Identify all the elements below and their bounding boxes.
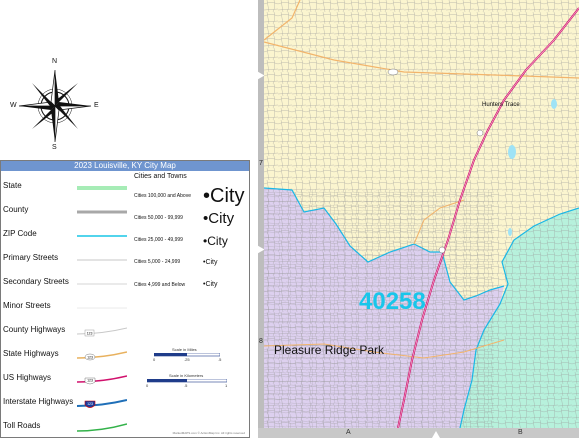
legend-row-state-highway: State Highways 123 [3, 349, 128, 363]
map-legend: 2023 Louisville, KY City Map State Count… [0, 160, 250, 438]
legend-row-primary: Primary Streets [3, 253, 128, 267]
legend-label: Primary Streets [3, 253, 59, 262]
legend-row-state: State [3, 181, 128, 195]
compass-north-label: N [52, 58, 58, 65]
scale-km: Scale in Kilometers 0 .5 1 [143, 373, 235, 389]
scale-miles-title: Scale in Miles [172, 347, 197, 352]
scale-miles: Scale in Miles 0 .25 .5 [146, 347, 226, 363]
legend-label: US Highways [3, 373, 52, 382]
legend-label: Secondary Streets [3, 277, 69, 286]
scale-km-title: Scale in Kilometers [169, 373, 204, 378]
legend-label: State [3, 181, 22, 190]
place-label-hunters-trace: Hunters Trace [482, 102, 520, 108]
scale-tick: .25 [184, 357, 190, 362]
shield-label: 123 [87, 332, 93, 336]
city-tier-label: Cities 25,000 - 49,999 [134, 237, 183, 243]
column-letter: A [346, 429, 351, 436]
city-sample: •City [203, 185, 245, 207]
zip-line-icon [77, 235, 127, 237]
scale-tick: 1 [225, 383, 228, 388]
column-letter: B [518, 429, 523, 436]
legend-row-secondary: Secondary Streets [3, 277, 128, 291]
interstate-icon: 123 [77, 399, 127, 408]
legend-row-county: County [3, 205, 128, 219]
us-highway-icon: 123 [77, 375, 127, 385]
compass-rose: N S W E [10, 58, 100, 154]
legend-label: Minor Streets [3, 301, 51, 310]
city-sample: •City [203, 210, 235, 227]
county-highway-icon: 123 [77, 327, 127, 337]
pond-feature [508, 228, 512, 236]
secondary-street-icon [77, 283, 127, 285]
cities-title: Cities and Towns [134, 173, 187, 180]
legend-row-interstate: Interstate Highways 123 [3, 397, 128, 411]
city-tier-label: Cities 50,000 - 99,999 [134, 215, 183, 221]
ruler-notch [432, 431, 440, 438]
city-tier-label: Cities 4,999 and Below [134, 282, 186, 288]
legend-label: State Highways [3, 349, 59, 358]
row-number: 8 [259, 338, 263, 345]
legend-row-minor: Minor Streets [3, 301, 128, 315]
legend-row-us-highway: US Highways 123 [3, 373, 128, 387]
legend-title: 2023 Louisville, KY City Map [1, 161, 249, 171]
compass-east-label: E [94, 102, 99, 109]
bottom-ruler: A B [258, 428, 579, 438]
city-sample: •City [203, 234, 228, 248]
legend-row-toll: Toll Roads [3, 421, 128, 435]
left-panel: N S W E 2023 Louisville, KY City Map Sta… [0, 0, 258, 438]
scale-tick: .5 [218, 357, 222, 362]
legend-row-zip: ZIP Code [3, 229, 128, 243]
shield-label: 123 [87, 379, 93, 383]
zip-code-label: 40258 [359, 288, 426, 315]
row-number: 7 [259, 160, 263, 167]
toll-road-icon [77, 423, 127, 432]
minor-street-icon [77, 307, 127, 309]
shield-label: 123 [87, 355, 93, 359]
city-map[interactable]: 40258 Pleasure Ridge Park Hunters Trace [264, 0, 579, 428]
compass-west-label: W [10, 102, 17, 109]
shield-label: 123 [87, 402, 93, 406]
legend-label: County Highways [3, 325, 66, 334]
copyright-note: MarketMAPS.com © ActionMap Inc. All righ… [172, 431, 245, 435]
legend-label: County [3, 205, 29, 214]
legend-label: Interstate Highways [3, 397, 74, 406]
pond-feature [551, 99, 557, 109]
primary-street-icon [77, 259, 127, 261]
scale-tick: .5 [184, 383, 188, 388]
county-line-icon [77, 210, 127, 214]
pond-feature [508, 145, 516, 159]
state-highway-icon: 123 [77, 351, 127, 361]
legend-label: Toll Roads [3, 421, 41, 430]
scale-tick: 0 [153, 357, 156, 362]
scale-tick: 0 [146, 383, 149, 388]
state-line-icon [77, 186, 127, 190]
compass-south-label: S [52, 144, 57, 151]
city-sample: •City [203, 281, 218, 288]
street-map-svg[interactable] [264, 0, 579, 428]
compass-rose-icon [18, 69, 92, 143]
legend-row-county-highway: County Highways 123 [3, 325, 128, 339]
legend-label: ZIP Code [3, 229, 37, 238]
city-tier-label: Cities 100,000 and Above [134, 193, 191, 199]
place-label-pleasure-ridge-park: Pleasure Ridge Park [274, 343, 385, 357]
city-sample: •City [203, 259, 218, 266]
city-tier-label: Cities 5,000 - 24,999 [134, 259, 181, 265]
